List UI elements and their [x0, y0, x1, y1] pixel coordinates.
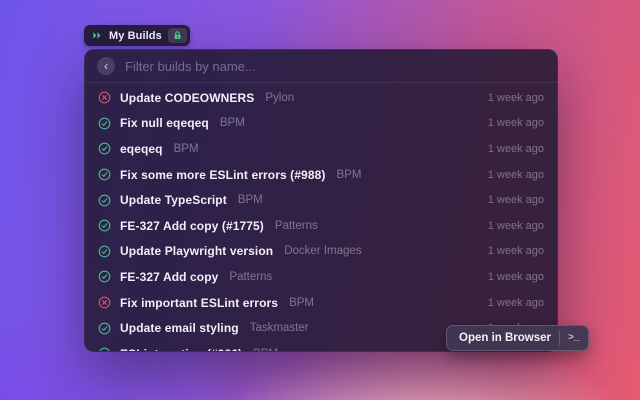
build-time: 1 week ago — [488, 169, 544, 181]
search-bar: ‹ — [85, 50, 557, 83]
build-project: Patterns — [229, 271, 272, 283]
build-row[interactable]: Fix null eqeqeq BPM 1 week ago — [85, 111, 557, 137]
build-time: 1 week ago — [488, 92, 544, 104]
build-title: Fix some more ESLint errors (#988) — [120, 168, 325, 182]
check-circle-icon — [98, 322, 111, 335]
build-time: 1 week ago — [488, 271, 544, 283]
build-row[interactable]: Update TypeScript BPM 1 week ago — [85, 187, 557, 213]
check-circle-icon — [98, 142, 111, 155]
build-time: 1 week ago — [488, 220, 544, 232]
build-project: Taskmaster — [250, 322, 309, 334]
build-title: eqeqeq — [120, 142, 163, 156]
x-circle-icon — [98, 91, 111, 104]
check-circle-icon — [98, 270, 111, 283]
build-row[interactable]: FE-327 Add copy Patterns 1 week ago — [85, 264, 557, 290]
check-circle-icon — [98, 194, 111, 207]
back-button[interactable]: ‹ — [97, 57, 115, 75]
build-time: 1 week ago — [488, 245, 544, 257]
build-row[interactable]: Fix some more ESLint errors (#988) BPM 1… — [85, 162, 557, 188]
build-row[interactable]: Update Playwright version Docker Images … — [85, 239, 557, 265]
builds-panel: ‹ Update CODEOWNERS Pylon 1 week ago Fix… — [84, 49, 558, 352]
check-circle-icon — [98, 117, 111, 130]
build-time: 1 week ago — [488, 297, 544, 309]
lock-icon — [172, 30, 183, 41]
my-builds-tab[interactable]: My Builds — [84, 25, 190, 46]
build-project: BPM — [238, 194, 263, 206]
build-row[interactable]: FE-327 Add copy (#1775) Patterns 1 week … — [85, 213, 557, 239]
build-time: 1 week ago — [488, 143, 544, 155]
build-title: ESLint sorting (#986) — [120, 347, 242, 352]
open-in-browser-button[interactable]: Open in Browser >_ — [446, 325, 589, 351]
build-time: 1 week ago — [488, 194, 544, 206]
build-project: Docker Images — [284, 245, 361, 257]
builds-list: Update CODEOWNERS Pylon 1 week ago Fix n… — [85, 83, 557, 352]
build-title: Update Playwright version — [120, 244, 273, 258]
filter-input[interactable] — [125, 59, 545, 74]
build-project: BPM — [253, 348, 278, 352]
open-in-browser-label: Open in Browser — [459, 332, 551, 344]
check-circle-icon — [98, 168, 111, 181]
build-project: BPM — [336, 169, 361, 181]
build-title: Update TypeScript — [120, 193, 227, 207]
my-builds-tab-label: My Builds — [109, 30, 162, 42]
chevron-left-icon: ‹ — [104, 58, 108, 74]
build-project: BPM — [289, 297, 314, 309]
build-project: BPM — [174, 143, 199, 155]
build-project: BPM — [220, 117, 245, 129]
build-title: Fix null eqeqeq — [120, 116, 209, 130]
build-time: 1 week ago — [488, 117, 544, 129]
terminal-prompt-icon: >_ — [568, 333, 580, 344]
build-row[interactable]: eqeqeq BPM 1 week ago — [85, 136, 557, 162]
x-circle-icon — [98, 296, 111, 309]
build-title: Update email styling — [120, 321, 239, 335]
check-circle-icon — [98, 347, 111, 352]
build-title: Update CODEOWNERS — [120, 91, 254, 105]
build-row[interactable]: Update CODEOWNERS Pylon 1 week ago — [85, 85, 557, 111]
build-project: Patterns — [275, 220, 318, 232]
build-title: FE-327 Add copy — [120, 270, 218, 284]
lock-badge — [168, 28, 187, 43]
build-row[interactable]: Fix important ESLint errors BPM 1 week a… — [85, 290, 557, 316]
check-circle-icon — [98, 245, 111, 258]
check-circle-icon — [98, 219, 111, 232]
build-title: FE-327 Add copy (#1775) — [120, 219, 264, 233]
button-divider — [559, 331, 560, 345]
build-title: Fix important ESLint errors — [120, 296, 278, 310]
build-project: Pylon — [265, 92, 294, 104]
builds-chevrons-icon — [92, 30, 103, 41]
